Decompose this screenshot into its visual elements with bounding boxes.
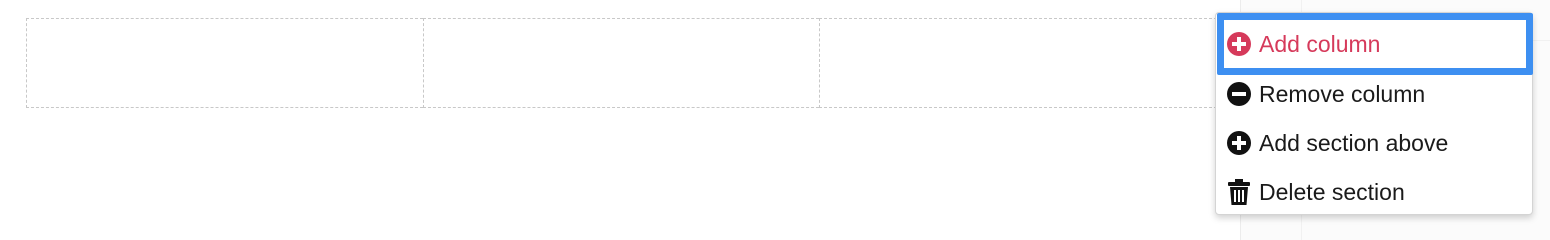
add-section-above-menu-item[interactable]: Add section above: [1226, 125, 1526, 161]
delete-section-menu-item[interactable]: Delete section: [1226, 174, 1526, 210]
menu-item-label: Add column: [1259, 30, 1381, 57]
plus-circle-icon: [1226, 31, 1252, 57]
plus-circle-icon: [1226, 130, 1252, 156]
section-column[interactable]: [819, 18, 1218, 108]
section-column[interactable]: [422, 18, 820, 108]
menu-item-label: Add section above: [1259, 129, 1449, 156]
menu-item-label: Remove column: [1259, 80, 1426, 107]
section-context-menu: Add column Remove column Add section abo…: [1215, 12, 1533, 215]
remove-column-menu-item[interactable]: Remove column: [1226, 76, 1526, 112]
section-column[interactable]: [26, 18, 423, 108]
page-canvas: Add column Remove column Add section abo…: [0, 0, 1550, 240]
trash-icon: [1226, 179, 1252, 205]
menu-item-label: Delete section: [1259, 178, 1405, 205]
minus-circle-icon: [1226, 81, 1252, 107]
add-column-menu-item[interactable]: Add column: [1217, 13, 1533, 75]
layout-section[interactable]: [26, 18, 1218, 108]
